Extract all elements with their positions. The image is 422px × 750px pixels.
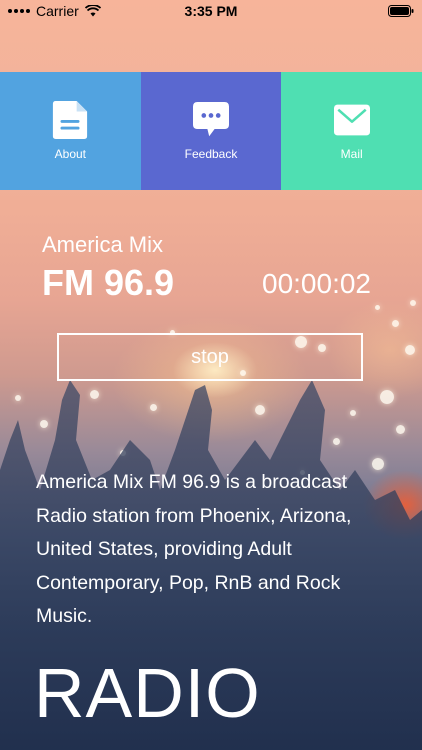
status-bar: Carrier 3:35 PM bbox=[0, 0, 422, 22]
station-description: America Mix FM 96.9 is a broadcast Radio… bbox=[36, 471, 352, 627]
about-label: About bbox=[54, 147, 87, 161]
station-name: America Mix bbox=[42, 232, 164, 257]
battery-icon bbox=[388, 5, 414, 17]
feedback-button[interactable]: Feedback bbox=[140, 72, 282, 190]
elapsed-timer: 00:00:02 bbox=[262, 268, 371, 299]
chat-bubble-icon bbox=[193, 102, 229, 137]
stop-label: stop bbox=[191, 345, 229, 368]
stop-button[interactable]: stop bbox=[57, 333, 363, 381]
feedback-label: Feedback bbox=[184, 147, 238, 161]
about-button[interactable]: About bbox=[0, 72, 141, 190]
mail-label: Mail bbox=[340, 147, 363, 161]
top-menu: About Feedback Mail bbox=[0, 72, 422, 190]
radio-title: RADIO bbox=[34, 654, 261, 732]
clock: 3:35 PM bbox=[184, 3, 238, 19]
mail-icon bbox=[333, 104, 370, 136]
station-frequency: FM 96.9 bbox=[42, 262, 175, 303]
document-icon bbox=[53, 101, 88, 139]
mail-button[interactable]: Mail bbox=[281, 72, 422, 190]
